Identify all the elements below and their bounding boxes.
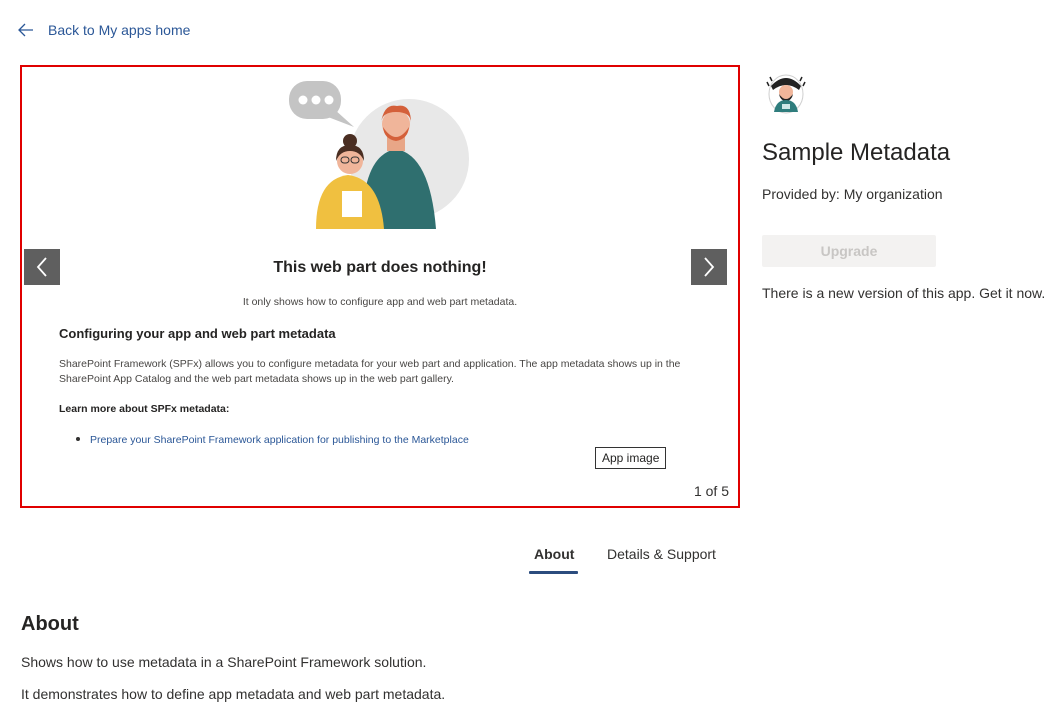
- chevron-right-icon: [704, 257, 715, 277]
- app-logo-icon: [766, 74, 806, 114]
- marketplace-link[interactable]: Prepare your SharePoint Framework applic…: [90, 434, 469, 446]
- slide-subtitle: It only shows how to configure app and w…: [242, 296, 518, 308]
- slide-learn-more: Learn more about SPFx metadata:: [59, 403, 230, 415]
- about-description-line: Shows how to use metadata in a SharePoin…: [21, 654, 427, 670]
- slide-body: SharePoint Framework (SPFx) allows you t…: [59, 358, 681, 385]
- chevron-left-icon: [36, 257, 47, 277]
- tab-about[interactable]: About: [534, 546, 574, 562]
- app-image-carousel: This web part does nothing! It only show…: [20, 65, 740, 508]
- slide-heading: Configuring your app and web part metada…: [59, 326, 336, 341]
- app-image-tooltip: App image: [595, 447, 667, 469]
- upgrade-button[interactable]: Upgrade: [762, 235, 936, 267]
- slide-title: This web part does nothing!: [273, 259, 487, 276]
- people-illustration: [289, 81, 469, 229]
- tab-selected-indicator: [529, 571, 578, 574]
- about-description-line: It demonstrates how to define app metada…: [21, 686, 446, 702]
- app-title: Sample Metadata: [762, 139, 951, 166]
- tab-details-support[interactable]: Details & Support: [607, 546, 716, 562]
- image-counter: 1 of 5: [693, 483, 729, 499]
- new-version-notice: There is a new version of this app. Get …: [762, 285, 1046, 301]
- about-heading: About: [21, 613, 79, 635]
- bullet-dot: [76, 437, 80, 442]
- next-image-button[interactable]: [691, 249, 727, 285]
- back-link-label: Back to My apps home: [48, 22, 191, 38]
- arrow-left-icon: [18, 23, 34, 37]
- provided-by: Provided by: My organization: [762, 186, 943, 202]
- slide-bullet-item: Prepare your SharePoint Framework applic…: [76, 434, 469, 446]
- previous-image-button[interactable]: [24, 249, 60, 285]
- back-to-my-apps-link[interactable]: Back to My apps home: [18, 22, 190, 38]
